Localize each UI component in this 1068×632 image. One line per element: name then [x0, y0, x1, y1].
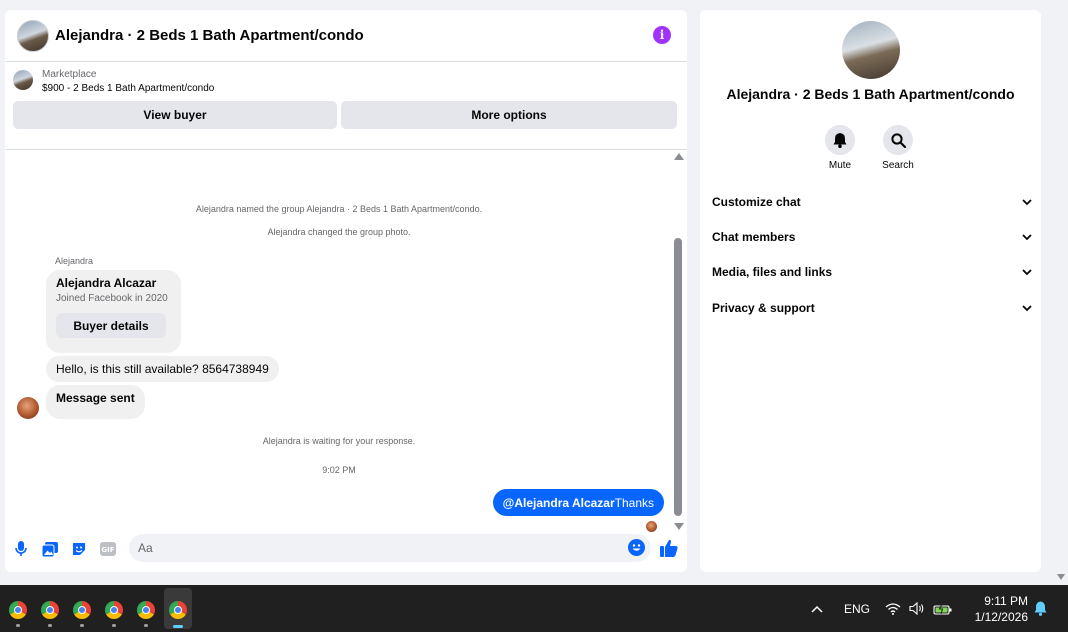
details-title: Alejandra · 2 Beds 1 Bath Apartment/cond… [726, 86, 1015, 102]
section-media-files-links[interactable]: Media, files and links [712, 262, 1032, 282]
incoming-message[interactable]: Hello, is this still available? 85647389… [46, 356, 279, 382]
running-indicator [48, 624, 52, 627]
chat-details-panel: Alejandra · 2 Beds 1 Bath Apartment/cond… [700, 10, 1041, 572]
running-indicator [80, 624, 84, 627]
marketplace-label: Marketplace [42, 69, 97, 80]
message-timestamp: 9:02 PM [322, 465, 356, 475]
seen-avatar [646, 521, 657, 532]
running-indicator [173, 625, 183, 628]
system-message: Alejandra named the group Alejandra · 2 … [195, 204, 483, 214]
chevron-down-icon [1022, 304, 1032, 311]
search-button[interactable]: Search [868, 125, 928, 171]
clock-date: 1/12/2026 [974, 610, 1028, 624]
chrome-icon [41, 601, 59, 619]
more-options-button[interactable]: More options [341, 101, 677, 129]
clock-time: 9:11 PM [984, 594, 1028, 608]
incoming-message[interactable]: Message sent [46, 385, 145, 419]
waiting-notice: Alejandra is waiting for your response. [262, 436, 416, 446]
language-indicator[interactable]: ENG [844, 585, 870, 632]
search-icon[interactable] [883, 125, 913, 155]
details-avatar[interactable] [842, 21, 900, 79]
chat-title[interactable]: Alejandra · 2 Beds 1 Bath Apartment/cond… [55, 27, 364, 44]
sender-avatar[interactable] [17, 397, 39, 419]
taskbar-chrome-6[interactable] [164, 588, 192, 629]
sender-name: Alejandra [55, 256, 94, 266]
chrome-icon [73, 601, 91, 619]
taskbar: ENG 9:11 PM 1/12/2026 [0, 585, 1068, 632]
group-avatar[interactable] [17, 19, 49, 52]
gif-icon[interactable]: GIF [99, 540, 117, 558]
section-label: Media, files and links [712, 265, 833, 279]
chevron-up-icon [811, 605, 823, 613]
buyer-joined: Joined Facebook in 2020 [56, 293, 168, 304]
buyer-name: Alejandra Alcazar [56, 276, 157, 290]
taskbar-chrome-5[interactable] [132, 595, 160, 629]
wifi-icon[interactable] [885, 585, 901, 632]
mute-label: Mute [828, 160, 852, 171]
like-icon[interactable] [659, 538, 679, 558]
section-customize-chat[interactable]: Customize chat [712, 192, 1032, 212]
buyer-card: Alejandra Alcazar Joined Facebook in 202… [46, 270, 181, 353]
listing-thumbnail[interactable] [13, 70, 33, 90]
notification-bell-icon[interactable] [1034, 585, 1047, 632]
message-placeholder: Aa [138, 541, 153, 555]
taskbar-chrome-4[interactable] [100, 595, 128, 629]
running-indicator [112, 624, 116, 627]
outgoing-text: Thanks [614, 495, 654, 510]
battery-icon[interactable] [933, 585, 953, 632]
marketplace-banner: Marketplace $900 - 2 Beds 1 Bath Apartme… [5, 62, 687, 150]
scroll-up-arrow[interactable] [674, 153, 684, 160]
section-chat-members[interactable]: Chat members [712, 227, 1032, 247]
running-indicator [16, 624, 20, 627]
microphone-icon[interactable] [12, 540, 30, 558]
section-privacy-support[interactable]: Privacy & support [712, 298, 1032, 318]
section-label: Chat members [712, 230, 796, 244]
chat-header: Alejandra · 2 Beds 1 Bath Apartment/cond… [5, 10, 687, 62]
info-icon[interactable]: i [653, 26, 671, 44]
chrome-icon [105, 601, 123, 619]
chrome-icon [137, 601, 155, 619]
scrollbar-thumb[interactable] [674, 238, 682, 516]
mute-button[interactable]: Mute [810, 125, 870, 171]
mention[interactable]: @Alejandra Alcazar [503, 496, 615, 510]
message-list: Alejandra named the group Alejandra · 2 … [5, 151, 687, 532]
system-clock[interactable]: 9:11 PM 1/12/2026 [975, 593, 1028, 625]
svg-text:GIF: GIF [101, 546, 114, 554]
section-label: Customize chat [712, 195, 801, 209]
sticker-icon[interactable] [70, 540, 88, 558]
chevron-down-icon [1022, 198, 1032, 205]
taskbar-chrome-3[interactable] [68, 595, 96, 629]
emoji-icon[interactable] [628, 539, 645, 556]
section-label: Privacy & support [712, 301, 815, 315]
view-buyer-button[interactable]: View buyer [13, 101, 337, 129]
taskbar-chrome-2[interactable] [36, 595, 64, 629]
show-hidden-icons[interactable] [811, 585, 823, 632]
running-indicator [144, 624, 148, 627]
listing-title[interactable]: $900 - 2 Beds 1 Bath Apartment/condo [42, 81, 214, 97]
composer: GIF Aa [5, 532, 687, 564]
buyer-details-button[interactable]: Buyer details [56, 313, 166, 338]
message-input[interactable]: Aa [129, 534, 651, 562]
chrome-icon [9, 601, 27, 619]
chevron-down-icon [1022, 233, 1032, 240]
page-scroll-down-arrow[interactable] [1057, 574, 1065, 580]
taskbar-chrome-1[interactable] [4, 595, 32, 629]
chrome-icon [169, 601, 187, 619]
system-message: Alejandra changed the group photo. [267, 227, 411, 237]
search-label: Search [882, 160, 914, 171]
chat-panel: Alejandra · 2 Beds 1 Bath Apartment/cond… [5, 10, 687, 572]
chevron-down-icon [1022, 268, 1032, 275]
volume-icon[interactable] [909, 585, 926, 632]
outgoing-message[interactable]: @Alejandra Alcazar Thanks [492, 489, 664, 516]
scroll-down-arrow[interactable] [674, 523, 684, 530]
bell-icon[interactable] [825, 125, 855, 155]
photo-icon[interactable] [41, 540, 59, 558]
message-scrollbar[interactable] [673, 151, 684, 531]
